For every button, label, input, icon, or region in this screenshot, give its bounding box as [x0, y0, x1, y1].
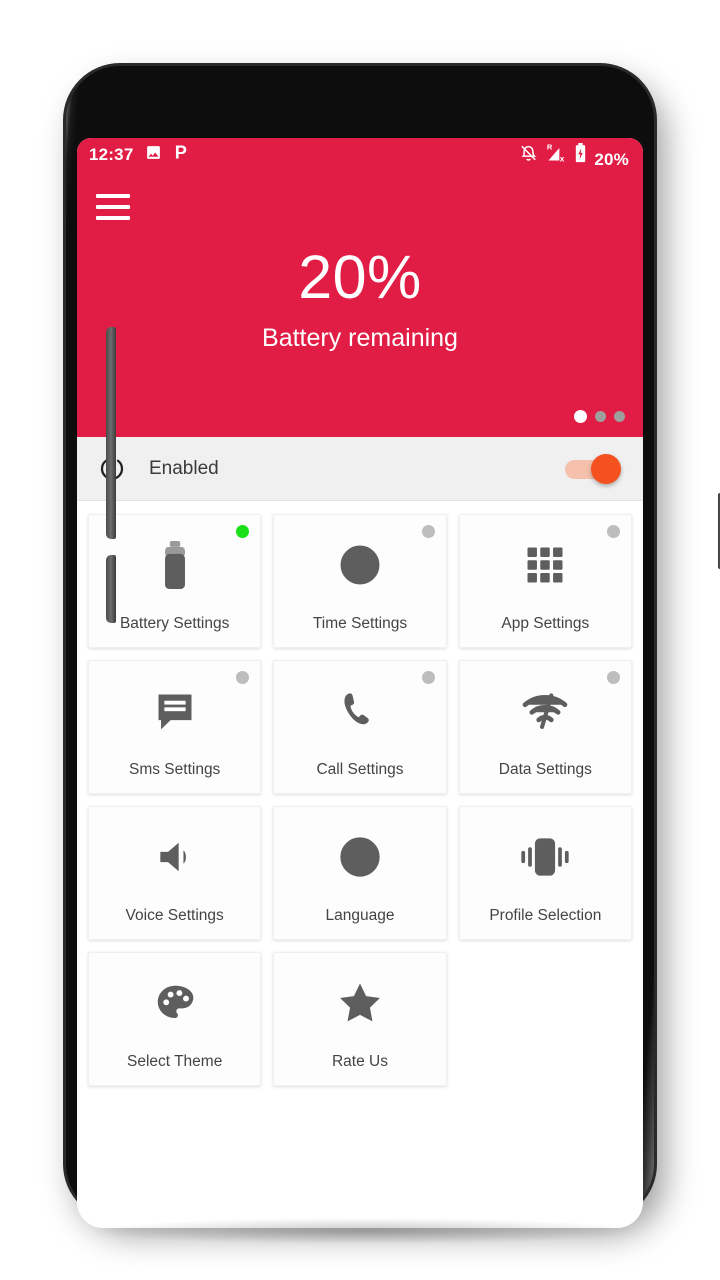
tile-label: Profile Selection: [489, 907, 602, 924]
tile-select-theme[interactable]: Select Theme: [88, 952, 262, 1086]
status-dot-time-settings: [421, 525, 435, 538]
tile-call-settings[interactable]: Call Settings: [273, 660, 447, 794]
status-bar-left-group: 12:37 P: [89, 142, 190, 168]
tile-profile-selection[interactable]: Profile Selection: [458, 806, 632, 940]
phone-screen: 12:37 P R x 20% 20% Battery remaining En…: [77, 138, 643, 1228]
battery-hero-panel: 20% Battery remaining: [77, 172, 643, 437]
tile-label: Time Settings: [312, 615, 408, 632]
page-dot-2[interactable]: [595, 411, 606, 422]
p-app-icon: P: [174, 142, 190, 168]
globe-icon: [334, 831, 386, 883]
vibrate-icon: [519, 831, 571, 883]
enabled-label: Enabled: [149, 457, 219, 479]
tile-label: Select Theme: [126, 1053, 223, 1070]
page-dot-1[interactable]: [574, 410, 587, 423]
tile-voice-settings[interactable]: Voice Settings: [88, 806, 262, 940]
tile-rate-us[interactable]: Rate Us: [273, 952, 447, 1086]
battery-icon: [149, 539, 201, 591]
phone-icon: [334, 685, 386, 737]
status-bar-right-group: R x 20%: [519, 142, 629, 169]
device-drop-shadow: [96, 1218, 636, 1244]
page-dot-3[interactable]: [614, 411, 625, 422]
palette-icon: [149, 977, 201, 1029]
signal-roaming-off-icon: R x: [545, 142, 567, 168]
speaker-icon: [149, 831, 201, 883]
tile-label: Language: [325, 907, 395, 924]
clock-icon: [334, 539, 386, 591]
apps-grid-icon: [519, 539, 571, 591]
tile-label: App Settings: [501, 615, 590, 632]
tile-label: Sms Settings: [129, 761, 221, 778]
status-dot-app-settings: [606, 525, 620, 538]
status-dot-data-settings: [606, 671, 620, 684]
volume-up-button[interactable]: [106, 327, 116, 539]
bell-off-icon: [519, 143, 538, 168]
tile-label: Data Settings: [498, 761, 592, 778]
tile-sms-settings[interactable]: Sms Settings: [88, 660, 262, 794]
status-clock: 12:37: [89, 145, 134, 164]
svg-text:P: P: [175, 143, 187, 162]
status-dot-sms-settings: [236, 671, 250, 684]
enabled-row[interactable]: Enabled: [77, 437, 643, 501]
wifi-off-icon: [519, 685, 571, 737]
status-dot-battery-settings: [236, 525, 250, 538]
tile-time-settings[interactable]: Time Settings: [273, 514, 447, 648]
battery-charging-icon: [574, 142, 587, 168]
page-indicator[interactable]: [574, 410, 625, 423]
tile-label: Voice Settings: [125, 907, 224, 924]
settings-tile-grid: Battery Settings Time Settings App Setti…: [77, 501, 643, 1092]
toggle-thumb: [591, 453, 621, 484]
status-bar: 12:37 P R x 20%: [77, 138, 643, 172]
message-bubble-icon: [149, 685, 201, 737]
star-icon: [334, 977, 386, 1029]
volume-down-button[interactable]: [106, 555, 116, 623]
tile-label: Call Settings: [316, 761, 404, 778]
phone-device-frame: 12:37 P R x 20% 20% Battery remaining En…: [66, 66, 720, 1228]
battery-percent-value: 20%: [298, 243, 422, 311]
battery-remaining-label: Battery remaining: [262, 324, 458, 352]
image-icon: [144, 144, 163, 166]
hamburger-menu-icon[interactable]: [96, 194, 130, 220]
status-dot-call-settings: [421, 671, 435, 684]
tile-label: Rate Us: [331, 1053, 388, 1070]
svg-text:R: R: [547, 143, 553, 152]
tile-language[interactable]: Language: [273, 806, 447, 940]
status-battery-text: 20%: [594, 149, 629, 169]
enable-toggle-switch[interactable]: [565, 453, 621, 484]
svg-text:x: x: [560, 153, 565, 163]
tile-data-settings[interactable]: Data Settings: [458, 660, 632, 794]
tile-app-settings[interactable]: App Settings: [458, 514, 632, 648]
